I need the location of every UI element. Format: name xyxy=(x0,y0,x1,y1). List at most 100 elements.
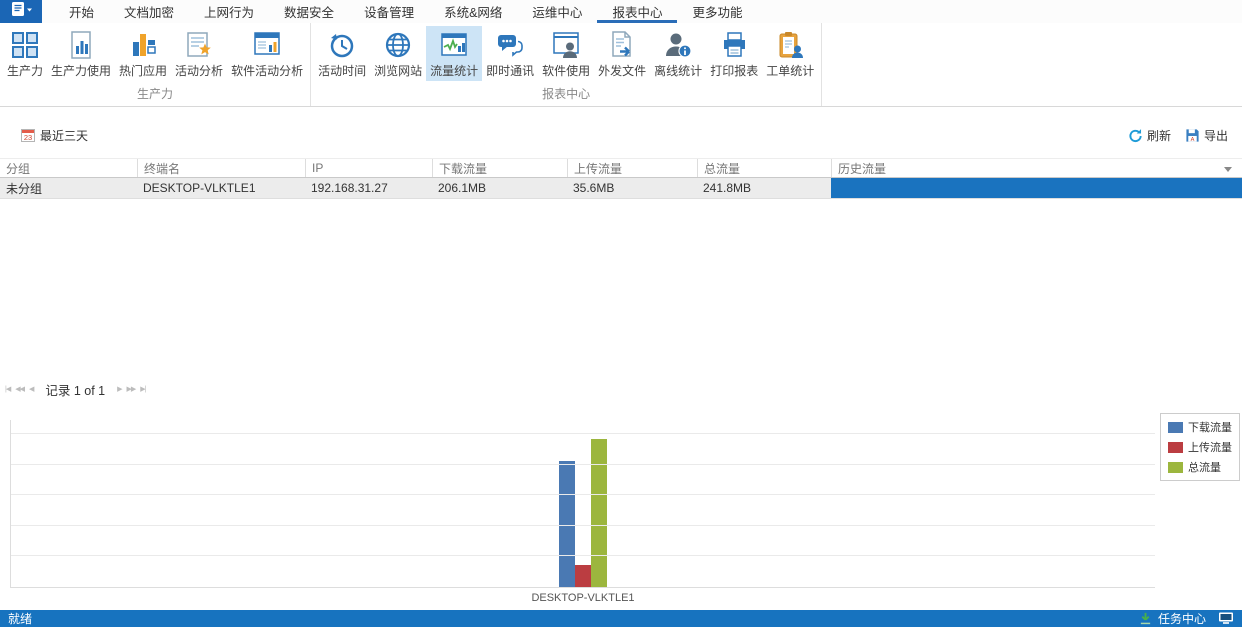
app-menu-button[interactable] xyxy=(0,0,42,23)
chart-gridline xyxy=(11,525,1155,526)
traffic-chart: DESKTOP-VLKTLE1 下载流量上传流量总流量 xyxy=(0,400,1242,610)
ribbon-button[interactable]: 浏览网站 xyxy=(370,26,426,81)
ribbon-button[interactable]: 离线统计 xyxy=(650,26,706,81)
menu-item[interactable]: 系统&网络 xyxy=(429,0,517,23)
pagination-last-icon[interactable]: ▶| xyxy=(140,386,145,393)
cell-terminal: DESKTOP-VLKTLE1 xyxy=(137,178,305,198)
cell-history-traffic-bar xyxy=(831,178,1242,198)
ribbon-button[interactable]: 生产力 xyxy=(3,26,47,81)
menu-item[interactable]: 开始 xyxy=(54,0,109,23)
ribbon-button[interactable]: 外发文件 xyxy=(594,26,650,81)
cell-download: 206.1MB xyxy=(432,178,567,198)
column-header[interactable]: IP xyxy=(305,159,432,177)
export-button[interactable]: A 导出 xyxy=(1185,127,1228,144)
menu-items: 开始文档加密上网行为数据安全设备管理系统&网络运维中心报表中心更多功能 xyxy=(54,0,757,23)
ribbon-button[interactable]: 软件使用 xyxy=(538,26,594,81)
pulse-icon xyxy=(439,30,469,60)
app-window: 开始文档加密上网行为数据安全设备管理系统&网络运维中心报表中心更多功能 生产力生… xyxy=(0,0,1242,627)
ribbon-button-label: 活动时间 xyxy=(318,62,366,79)
pagination-prev-icon[interactable]: ◀ xyxy=(29,386,33,393)
ribbon-group-items: 生产力生产力使用热门应用活动分析软件活动分析 xyxy=(3,23,307,85)
column-header[interactable]: 总流量 xyxy=(697,159,831,177)
window-chart-icon xyxy=(252,30,282,60)
ribbon-button[interactable]: 热门应用 xyxy=(115,26,171,81)
pagination-record-label: 记录 1 of 1 xyxy=(45,380,105,399)
chart-category-label: DESKTOP-VLKTLE1 xyxy=(531,592,634,604)
chart-gridline xyxy=(11,464,1155,465)
ribbon-button-label: 活动分析 xyxy=(175,62,223,79)
svg-text:23: 23 xyxy=(24,133,32,142)
ribbon-button-label: 外发文件 xyxy=(598,62,646,79)
chart-legend: 下载流量上传流量总流量 xyxy=(1160,413,1240,481)
doc-out-icon xyxy=(607,30,637,60)
menu-item[interactable]: 文档加密 xyxy=(109,0,189,23)
doc-chart-icon xyxy=(66,30,96,60)
ribbon-button[interactable]: 生产力使用 xyxy=(47,26,115,81)
chart-bar-上传流量[interactable] xyxy=(575,565,591,587)
content-toolbar: 23 最近三天 刷新 A 导出 xyxy=(0,121,1242,149)
ribbon-button[interactable]: 活动时间 xyxy=(314,26,370,81)
menu-item[interactable]: 运维中心 xyxy=(517,0,597,23)
ribbon-button-label: 软件使用 xyxy=(542,62,590,79)
status-ready-label: 就绪 xyxy=(8,610,32,627)
column-header[interactable]: 终端名 xyxy=(137,159,305,177)
date-range-button[interactable]: 23 最近三天 xyxy=(20,127,88,144)
clock-icon xyxy=(327,30,357,60)
cell-ip: 192.168.31.27 xyxy=(305,178,432,198)
pagination-first-icon[interactable]: |◀ xyxy=(5,386,10,393)
ribbon-button[interactable]: 打印报表 xyxy=(706,26,762,81)
ribbon-button[interactable]: 活动分析 xyxy=(171,26,227,81)
ribbon-button[interactable]: 工单统计 xyxy=(762,26,818,81)
ribbon-group: 活动时间浏览网站流量统计即时通讯软件使用外发文件离线统计打印报表工单统计报表中心 xyxy=(311,23,822,106)
menu-item[interactable]: 报表中心 xyxy=(597,0,677,23)
printer-icon xyxy=(719,30,749,60)
pagination-prev-page-icon[interactable]: ◀◀ xyxy=(15,386,24,393)
ribbon-button-label: 软件活动分析 xyxy=(231,62,303,79)
ribbon: 生产力生产力使用热门应用活动分析软件活动分析生产力活动时间浏览网站流量统计即时通… xyxy=(0,23,1242,107)
user-info-icon xyxy=(663,30,693,60)
chart-bar-总流量[interactable] xyxy=(591,439,607,587)
column-header[interactable]: 分组 xyxy=(0,159,137,177)
clipboard-user-icon xyxy=(775,30,805,60)
refresh-button[interactable]: 刷新 xyxy=(1128,127,1171,144)
ribbon-group-label: 报表中心 xyxy=(314,85,818,106)
task-center-button[interactable]: 任务中心 xyxy=(1139,610,1234,627)
cell-upload: 35.6MB xyxy=(567,178,697,198)
ribbon-group-label: 生产力 xyxy=(3,85,307,106)
ribbon-button[interactable]: 软件活动分析 xyxy=(227,26,307,81)
monitor-icon[interactable] xyxy=(1218,612,1234,625)
grid-icon xyxy=(10,30,40,60)
ribbon-button-label: 热门应用 xyxy=(119,62,167,79)
ribbon-button-label: 即时通讯 xyxy=(486,62,534,79)
column-header[interactable]: 历史流量 xyxy=(831,159,1242,177)
ribbon-button[interactable]: 流量统计 xyxy=(426,26,482,81)
column-header[interactable]: 上传流量 xyxy=(567,159,697,177)
menu-bar: 开始文档加密上网行为数据安全设备管理系统&网络运维中心报表中心更多功能 xyxy=(0,0,1242,23)
legend-label: 总流量 xyxy=(1188,459,1221,475)
ribbon-button-label: 生产力 xyxy=(7,62,43,79)
chart-plot: DESKTOP-VLKTLE1 xyxy=(10,420,1155,588)
pagination-next-page-icon[interactable]: ▶▶ xyxy=(127,386,136,393)
legend-swatch xyxy=(1168,462,1183,473)
bar-chart-icon xyxy=(128,30,158,60)
ribbon-button[interactable]: 即时通讯 xyxy=(482,26,538,81)
pagination-bar: |◀◀◀◀记录 1 of 1▶▶▶▶| xyxy=(0,379,1242,399)
menu-item[interactable]: 更多功能 xyxy=(677,0,757,23)
ribbon-button-label: 生产力使用 xyxy=(51,62,111,79)
pagination-next-icon[interactable]: ▶ xyxy=(117,386,121,393)
doc-star-icon xyxy=(184,30,214,60)
download-arrow-icon xyxy=(1139,612,1152,625)
column-header[interactable]: 下载流量 xyxy=(432,159,567,177)
ribbon-button-label: 流量统计 xyxy=(430,62,478,79)
column-options-caret-icon[interactable] xyxy=(1224,167,1232,172)
table-row[interactable]: 未分组DESKTOP-VLKTLE1192.168.31.27206.1MB35… xyxy=(0,178,1242,199)
menu-item[interactable]: 上网行为 xyxy=(189,0,269,23)
task-center-label: 任务中心 xyxy=(1158,610,1206,627)
chart-gridline xyxy=(11,433,1155,434)
menu-item[interactable]: 设备管理 xyxy=(349,0,429,23)
ribbon-button-label: 打印报表 xyxy=(710,62,758,79)
svg-text:A: A xyxy=(1191,136,1195,142)
cell-group: 未分组 xyxy=(0,178,137,198)
refresh-icon xyxy=(1128,128,1143,143)
menu-item[interactable]: 数据安全 xyxy=(269,0,349,23)
